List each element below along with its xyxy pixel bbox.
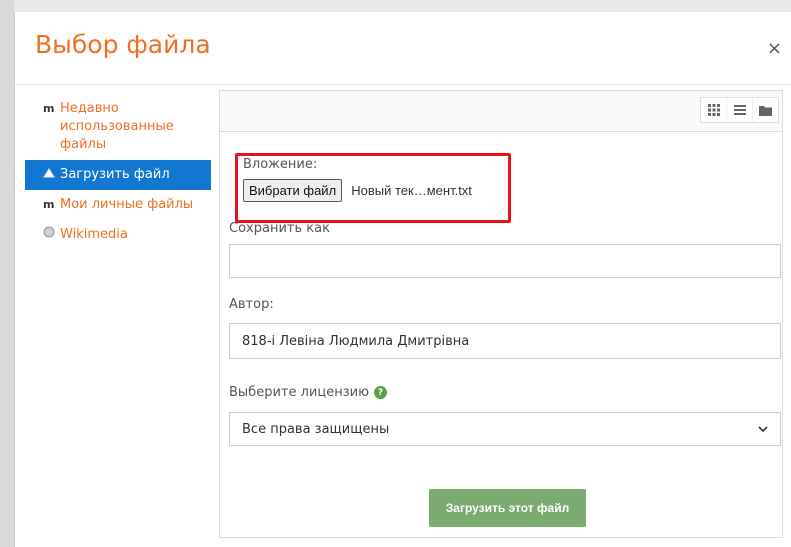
license-select[interactable]: Все права защищены <box>229 412 781 446</box>
folder-view-icon[interactable] <box>753 98 778 122</box>
sidebar-item-wikimedia[interactable]: Wikimedia <box>25 220 211 250</box>
dialog-header: Выбор файла × <box>15 12 791 85</box>
moodle-icon: m <box>43 198 55 211</box>
license-label: Выберите лицензию <box>229 385 370 400</box>
wikimedia-icon <box>43 226 57 244</box>
repository-sidebar: m Недавно использованные файлы Загрузить… <box>25 94 211 250</box>
moodle-icon: m <box>43 102 55 115</box>
chevron-down-icon <box>758 422 768 437</box>
chosen-file-name: Новый тек…мент.txt <box>351 183 472 198</box>
background-page-top <box>0 0 791 12</box>
help-icon[interactable]: ? <box>374 386 388 399</box>
attachment-label: Вложение: <box>243 157 318 172</box>
view-mode-buttons <box>700 97 779 123</box>
license-selected-value: Все права защищены <box>242 421 390 437</box>
sidebar-item-label: Мои личные файлы <box>60 197 194 212</box>
dialog-title: Выбор файла <box>35 30 211 59</box>
save-as-input[interactable] <box>229 244 781 278</box>
background-page-edge <box>0 0 14 547</box>
sidebar-item-label: Wikimedia <box>60 227 128 242</box>
close-button[interactable]: × <box>767 40 782 58</box>
view-toolbar <box>220 91 782 132</box>
list-view-icon[interactable] <box>727 98 753 122</box>
grid-view-icon[interactable] <box>701 98 727 122</box>
upload-this-file-button[interactable]: Загрузить этот файл <box>429 489 586 527</box>
upload-panel: Вложение: Вибрати файл Новый тек…мент.tx… <box>219 90 783 538</box>
sidebar-item-label: Загрузить файл <box>60 167 170 182</box>
upload-icon <box>43 166 57 184</box>
sidebar-item-label: Недавно использованные файлы <box>60 101 174 152</box>
sidebar-item-private-files[interactable]: m Мои личные файлы <box>25 190 211 220</box>
sidebar-item-upload-file[interactable]: Загрузить файл <box>25 160 211 190</box>
author-input[interactable]: 818-і Левіна Людмила Дмитрівна <box>229 323 781 359</box>
license-label-row: Выберите лицензию? <box>229 385 781 400</box>
save-as-label: Сохранить как <box>229 221 330 236</box>
file-picker-dialog: Выбор файла × m Недавно использованные ф… <box>14 12 791 547</box>
author-label: Автор: <box>229 297 274 312</box>
sidebar-item-recent-files[interactable]: m Недавно использованные файлы <box>25 94 211 160</box>
choose-file-button[interactable]: Вибрати файл <box>243 179 343 202</box>
